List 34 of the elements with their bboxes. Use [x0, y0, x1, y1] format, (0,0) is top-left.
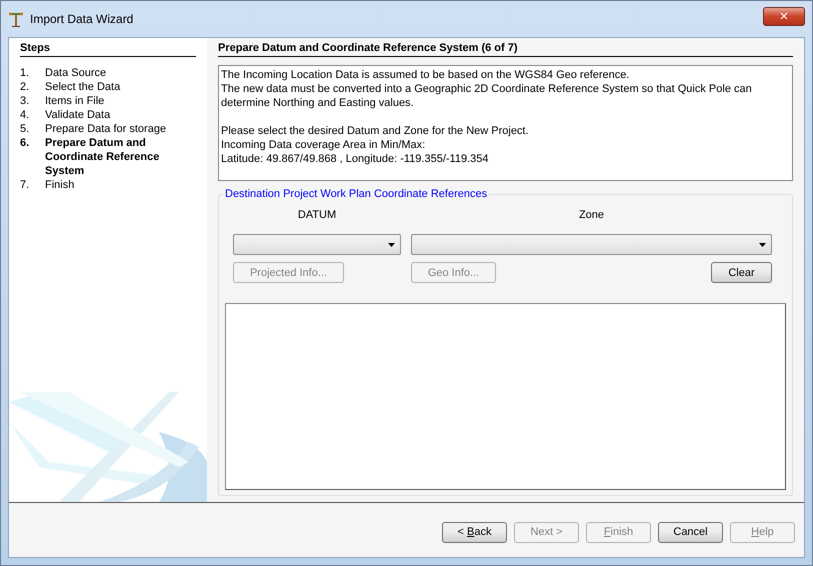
footer-button[interactable]: < Back — [442, 522, 507, 542]
group-button[interactable]: Clear — [711, 262, 772, 283]
footer-button[interactable]: Cancel — [658, 522, 723, 542]
dropdown-arrow-icon — [388, 242, 395, 246]
step-label: Prepare Data for storage — [45, 122, 166, 136]
zone-label: Zone — [578, 209, 604, 221]
info-text: Please select the desired Datum and Zone for the New Project. — [221, 124, 530, 138]
step-number: 1. — [20, 66, 30, 80]
step-label: Finish — [45, 178, 74, 192]
step-label: Prepare Datum and Coordinate Reference System — [45, 136, 160, 178]
step-label: Data Source — [45, 66, 106, 80]
step-number: 5. — [20, 122, 30, 136]
dropdown-arrow-icon — [759, 242, 766, 246]
step-number: 6. — [20, 136, 30, 151]
close-button[interactable]: ✕ — [763, 6, 805, 26]
pole-icon — [8, 11, 24, 27]
window-title: Import Data Wizard — [30, 12, 134, 26]
zone-dropdown[interactable] — [411, 234, 772, 255]
info-text: The Incoming Location Data is assumed to be based on the WGS84 Geo reference. — [221, 68, 630, 82]
step-label: Items in File — [45, 94, 104, 108]
step-label: Select the Data — [45, 80, 120, 94]
step-number: 7. — [20, 178, 30, 192]
group-title: Destination Project Work Plan Coordinate References — [223, 188, 490, 200]
info-text: Latitude: 49.867/49.868 , Longitude: -119.355/-119.354 — [221, 152, 490, 166]
step-number: 4. — [20, 108, 30, 122]
steps-heading: Steps — [20, 42, 196, 57]
step-number: 2. — [20, 80, 30, 94]
step-label: Validate Data — [45, 108, 110, 122]
info-text: Incoming Data coverage Area in Min/Max: — [221, 138, 426, 152]
info-text: The new data must be converted into a Geographic 2D Coordinate Reference System so that Quick Pole can determine Northing and Easting values. — [221, 82, 753, 110]
datum-dropdown[interactable] — [233, 234, 401, 255]
page-heading: Prepare Datum and Coordinate Reference System (6 of 7) — [218, 42, 793, 57]
datum-label: DATUM — [298, 209, 336, 221]
step-number: 3. — [20, 94, 30, 108]
